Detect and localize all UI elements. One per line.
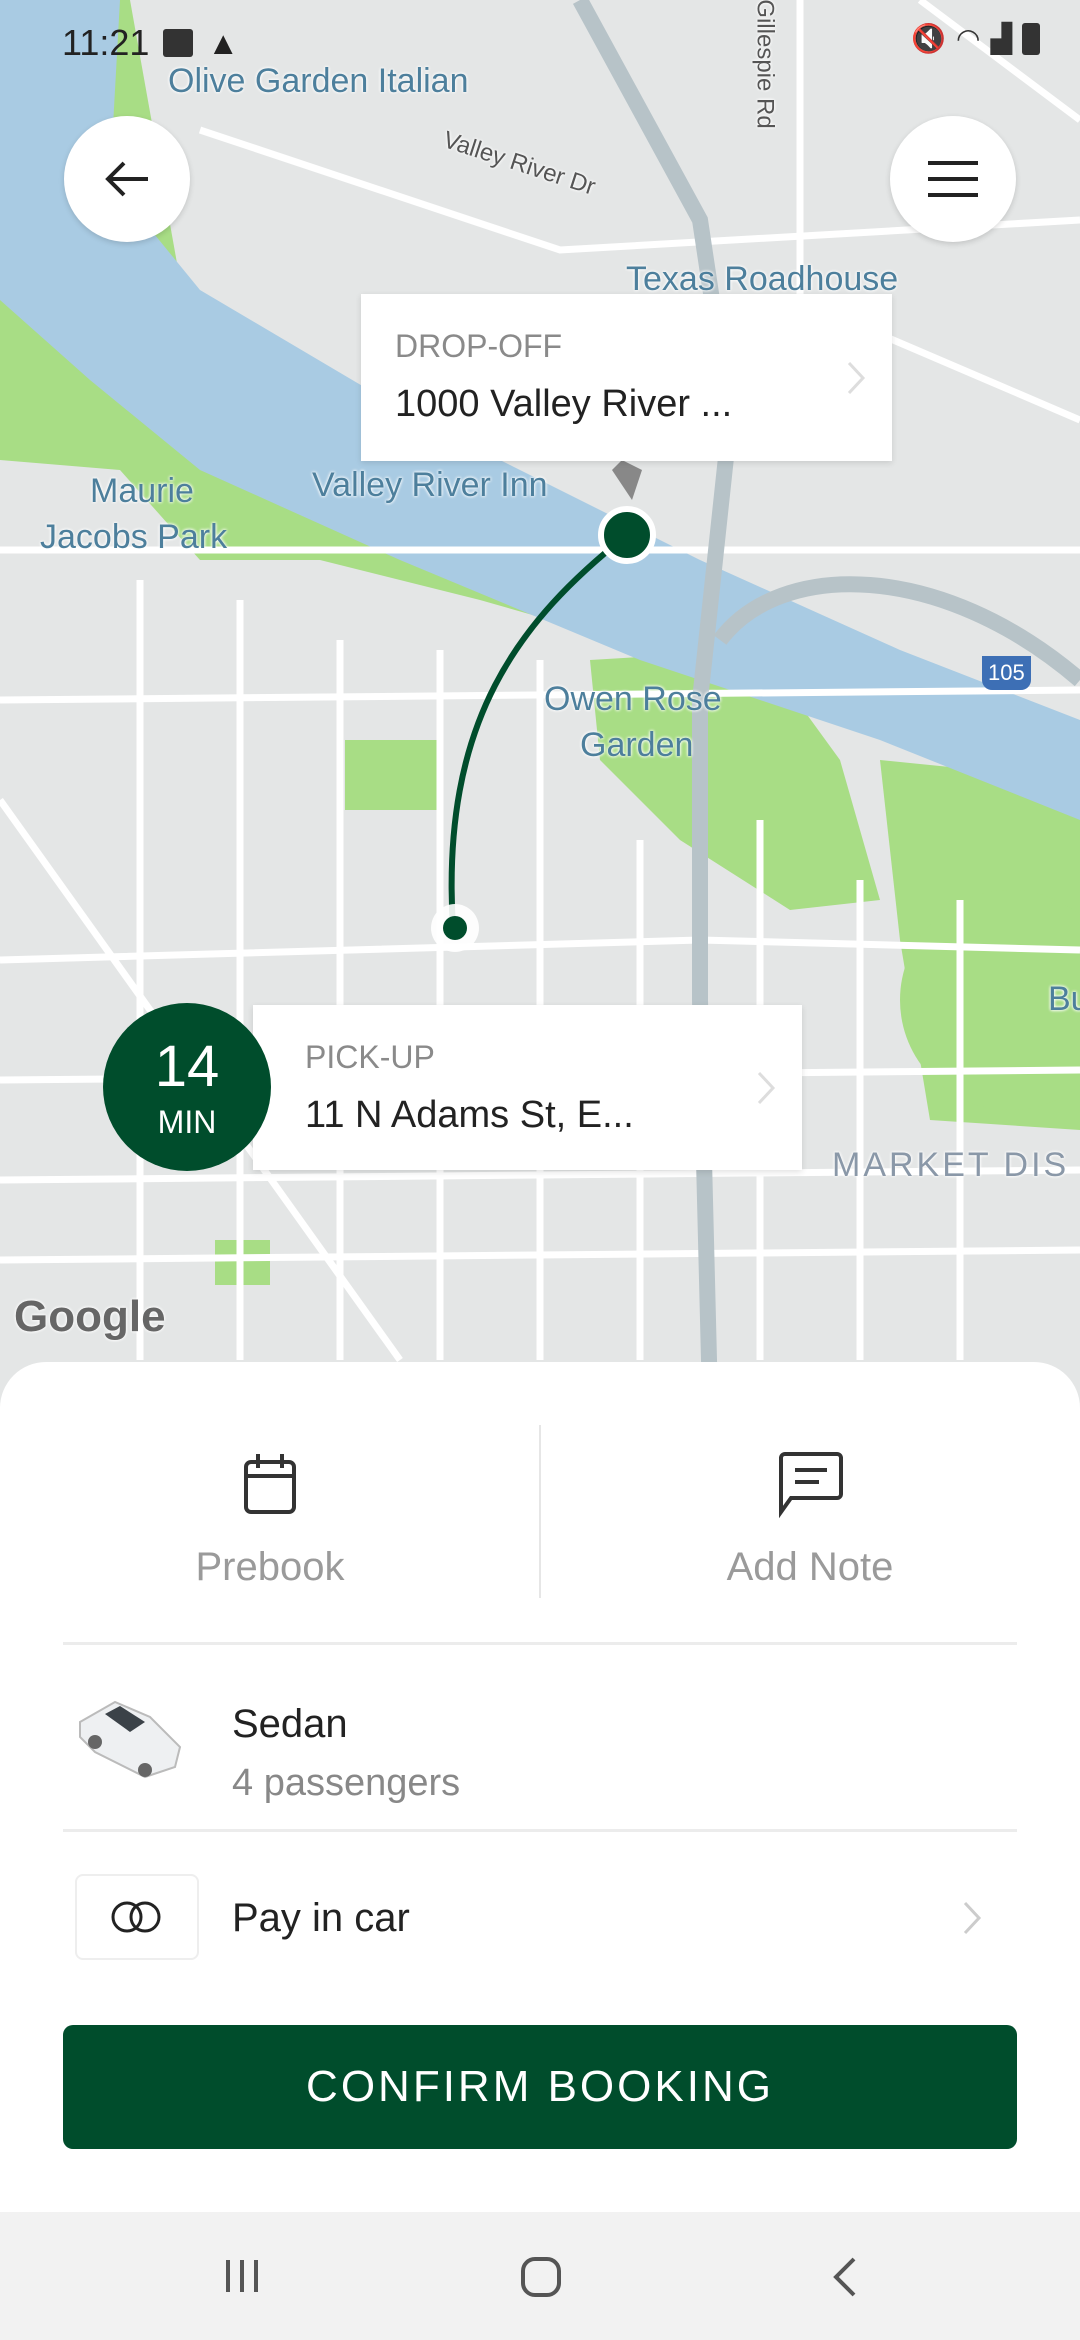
park-label: Garden [580, 726, 694, 764]
system-nav-bar [0, 2212, 1080, 2340]
prebook-label: Prebook [195, 1545, 345, 1589]
chevron-right-icon [963, 1901, 982, 1935]
payment-icon-box [75, 1874, 199, 1960]
chevron-right-icon [847, 361, 866, 394]
status-time: 11:21 [62, 22, 150, 63]
vehicle-capacity: 4 passengers [232, 1762, 461, 1804]
mute-icon: 🔇 [911, 23, 947, 54]
eta-badge: 14 MIN [103, 1003, 271, 1171]
back-nav-icon[interactable] [832, 2256, 858, 2298]
sedan-car-image [79, 1700, 182, 1779]
hamburger-icon [928, 161, 978, 197]
pickup-label: PICK-UP [305, 1039, 435, 1075]
add-note-label: Add Note [726, 1545, 894, 1589]
signal-icon: ▟ [990, 23, 1012, 54]
card-circles-icon [111, 1901, 161, 1933]
add-note-button[interactable]: Add Note [540, 1362, 1080, 1590]
prebook-button[interactable]: Prebook [0, 1362, 540, 1590]
district-label: MARKET DIS [832, 1146, 1070, 1184]
home-icon[interactable] [520, 2256, 562, 2298]
confirm-booking-button[interactable]: CONFIRM BOOKING [63, 2025, 1017, 2149]
highway-shield: 105 [982, 656, 1031, 690]
eta-unit: MIN [157, 1104, 217, 1140]
chevron-right-icon [757, 1071, 776, 1104]
google-logo: Google [14, 1292, 166, 1341]
status-bar: 11:21 ▲ [62, 22, 239, 64]
vehicle-row[interactable]: Sedan 4 passengers [0, 1662, 1080, 1822]
payment-method: Pay in car [232, 1896, 410, 1940]
status-icons: 🔇 ◠ ▟ [911, 22, 1040, 55]
calendar-icon [244, 1454, 296, 1514]
warning-icon: ▲ [207, 24, 240, 61]
park-label: Maurie [90, 472, 194, 510]
dropoff-card[interactable]: DROP-OFF 1000 Valley River ... [361, 294, 892, 461]
vehicle-name: Sedan [232, 1702, 348, 1746]
eta-value: 14 [154, 1034, 220, 1099]
park-label: Owen Rose [544, 680, 722, 718]
park-label: Jacobs Park [40, 518, 228, 556]
divider [63, 1829, 1017, 1832]
payment-row[interactable]: Pay in car [0, 1852, 1080, 1982]
menu-button[interactable] [890, 116, 1016, 242]
divider [63, 1642, 1017, 1645]
dropoff-address: 1000 Valley River ... [395, 383, 733, 425]
back-button[interactable] [64, 116, 190, 242]
recents-icon[interactable] [222, 2258, 262, 2294]
image-icon [163, 29, 194, 57]
battery-icon [1022, 22, 1040, 55]
dropoff-label: DROP-OFF [395, 328, 563, 364]
road-label: Gillespie Rd [751, 0, 779, 129]
note-icon [779, 1452, 843, 1519]
poi-olive-garden[interactable]: Olive Garden Italian [168, 62, 469, 101]
park-label: Bu [1048, 980, 1080, 1018]
wifi-icon: ◠ [956, 23, 981, 54]
arrow-left-icon [105, 161, 148, 197]
poi-valley-river-inn[interactable]: Valley River Inn [312, 466, 548, 505]
pickup-address: 11 N Adams St, E... [305, 1094, 634, 1136]
booking-sheet: Prebook Add Note Sedan 4 passengers Pay … [0, 1362, 1080, 2212]
pickup-card[interactable]: PICK-UP 11 N Adams St, E... [253, 1005, 802, 1170]
